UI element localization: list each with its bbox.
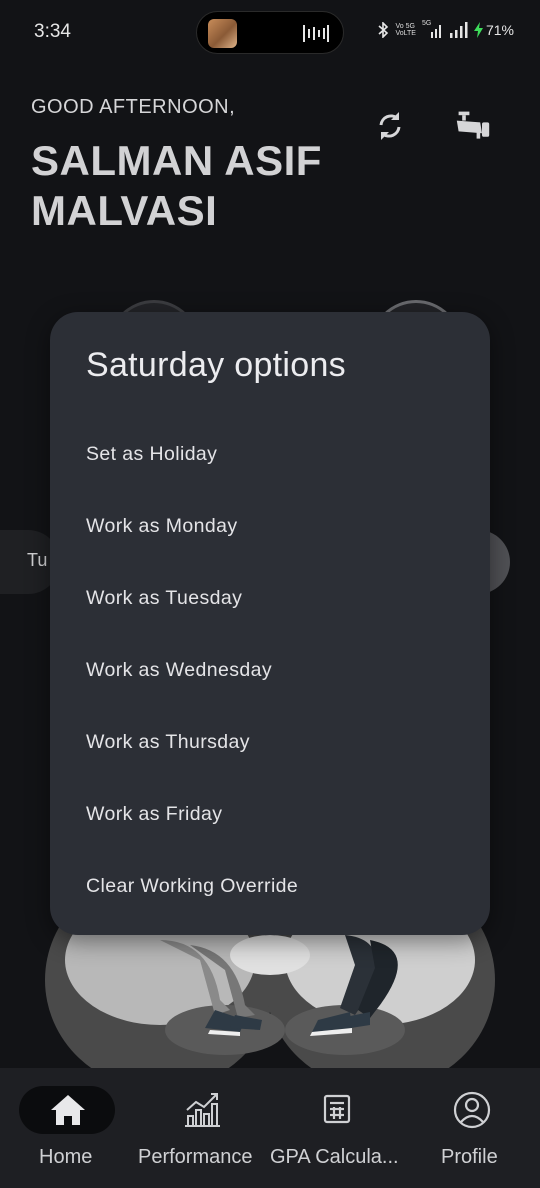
media-thumbnail-icon <box>208 19 237 48</box>
profile-icon <box>453 1091 491 1129</box>
calculator-icon <box>323 1094 351 1124</box>
option-work-as-monday[interactable]: Work as Monday <box>50 498 490 554</box>
nav-label-home: Home <box>39 1146 93 1168</box>
dialog-title: Saturday options <box>86 346 346 384</box>
battery-percent: 71% <box>485 22 514 38</box>
nav-label-gpa-calculator: GPA Calcula... <box>270 1146 399 1168</box>
dynamic-island[interactable] <box>196 11 344 54</box>
bluetooth-icon <box>378 22 389 38</box>
saturday-options-dialog: Saturday options Set as Holiday Work as … <box>50 312 490 935</box>
status-bar: 3:34 Vo 5G VoLTE 5G 71% <box>0 0 540 64</box>
nav-label-performance: Performance <box>138 1146 253 1168</box>
nav-item-performance[interactable]: Performance <box>135 1068 270 1188</box>
signal-icon <box>449 22 468 38</box>
option-clear-working-override[interactable]: Clear Working Override <box>50 858 490 914</box>
nav-item-profile[interactable]: Profile <box>405 1068 540 1188</box>
option-set-as-holiday[interactable]: Set as Holiday <box>50 426 490 482</box>
status-time: 3:34 <box>34 21 71 42</box>
network-type: Vo 5G VoLTE <box>395 23 416 37</box>
audio-wave-icon <box>303 25 329 42</box>
home-icon <box>51 1095 85 1125</box>
user-name: SALMAN ASIF MALVASI <box>31 137 322 234</box>
cctv-camera-icon[interactable] <box>455 108 491 144</box>
refresh-icon[interactable] <box>372 108 408 144</box>
chart-icon <box>185 1093 220 1127</box>
bottom-navigation: Home Performance GPA Calcula... Profile <box>0 1068 540 1188</box>
greeting-text: GOOD AFTERNOON, <box>31 96 236 118</box>
day-chip-label: Tu <box>27 550 48 570</box>
option-work-as-thursday[interactable]: Work as Thursday <box>50 714 490 770</box>
signal-5g-icon: 5G <box>422 20 444 38</box>
nav-label-profile: Profile <box>441 1146 498 1168</box>
charging-bolt-icon <box>473 22 483 38</box>
option-work-as-wednesday[interactable]: Work as Wednesday <box>50 642 490 698</box>
nav-item-gpa-calculator[interactable]: GPA Calcula... <box>270 1068 405 1188</box>
nav-item-home[interactable]: Home <box>0 1068 135 1188</box>
option-work-as-tuesday[interactable]: Work as Tuesday <box>50 570 490 626</box>
option-work-as-friday[interactable]: Work as Friday <box>50 786 490 842</box>
status-indicators: Vo 5G VoLTE 5G 71% <box>377 20 514 38</box>
